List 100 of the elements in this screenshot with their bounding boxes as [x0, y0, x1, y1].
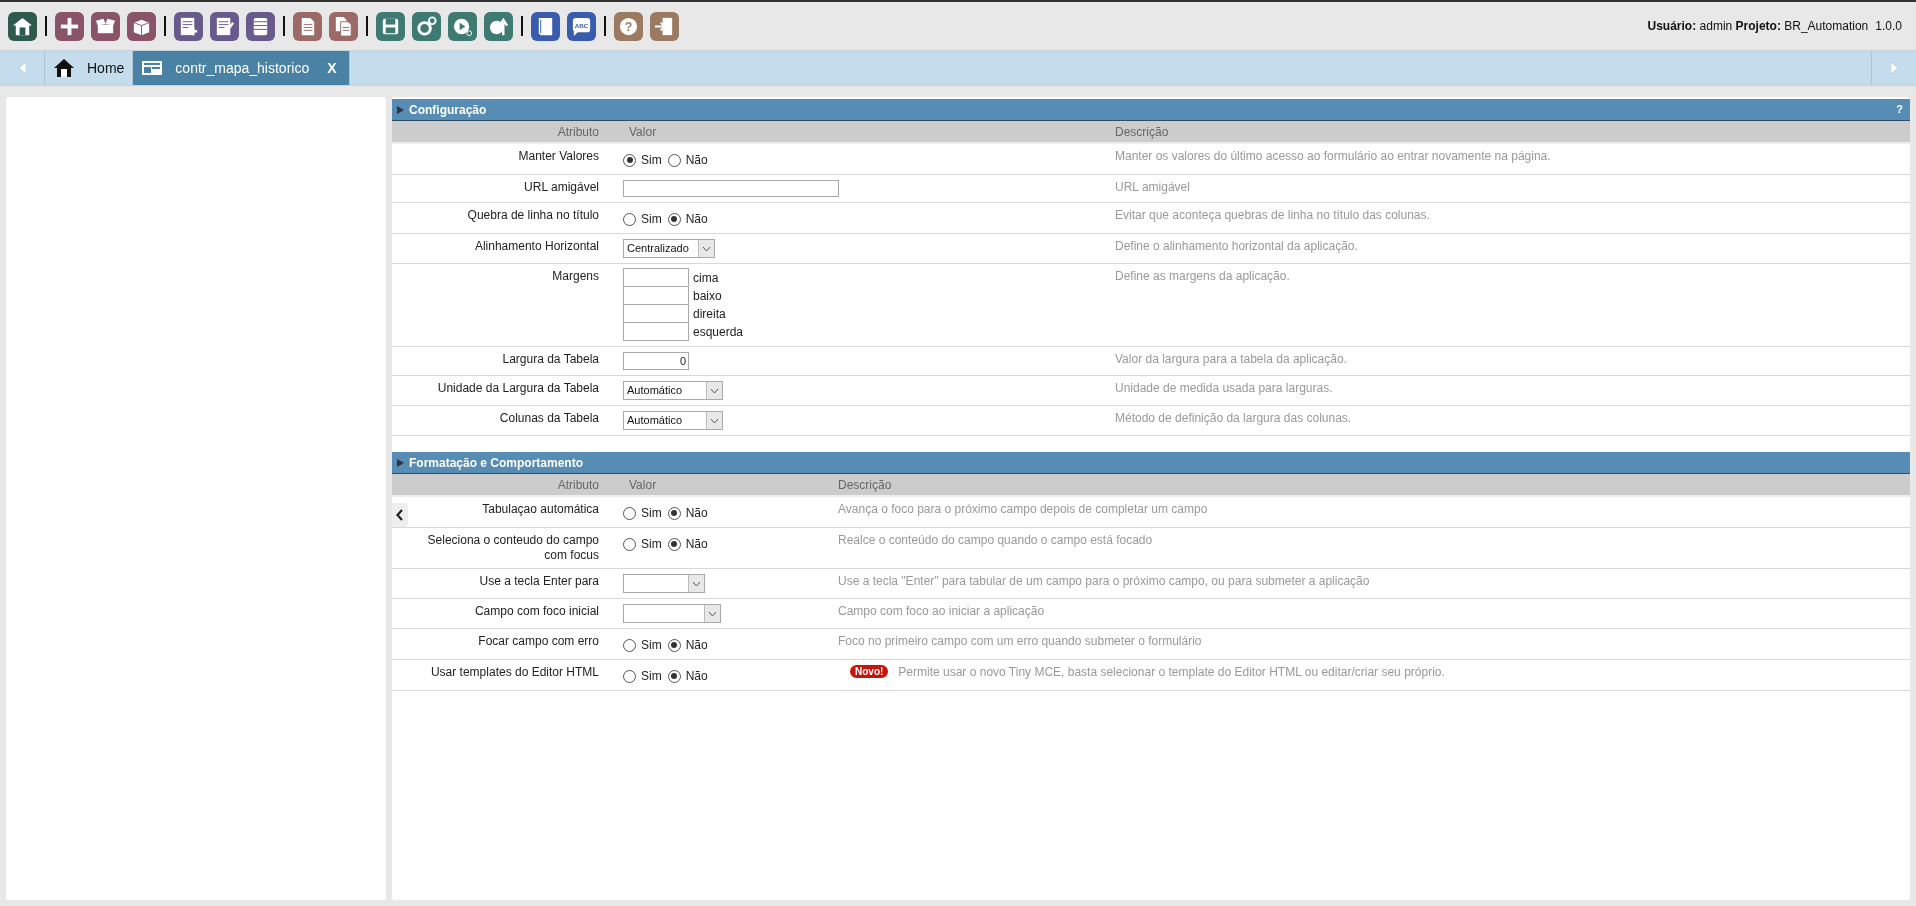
radio-button[interactable] [623, 153, 636, 167]
toolbar-button[interactable] [412, 11, 441, 41]
field-description: Campo com foco ao iniciar a aplicação [838, 604, 1045, 619]
field-label: Quebra de linha no título [467, 208, 599, 223]
toolbar-button[interactable] [127, 11, 156, 41]
radio-button[interactable] [667, 153, 681, 167]
radio-button[interactable] [667, 537, 681, 551]
radio-label: Não [685, 211, 708, 228]
field-label: Use a tecla Enter para [479, 574, 599, 589]
help-link[interactable]: ? [1896, 101, 1903, 118]
radio-label: Não [685, 637, 708, 654]
house-icon [53, 58, 75, 78]
field-description: Permite usar o novo Tiny MCE, basta selecionar o template do Editor HTML ou editar/criar seu próprio. [898, 665, 1445, 680]
radio-button[interactable] [667, 506, 681, 520]
number-field[interactable]: 0 [623, 352, 689, 370]
form-icon [141, 58, 164, 78]
chevron-down-icon [692, 580, 701, 587]
radio-label: Sim [641, 505, 662, 522]
field-description: Use a tecla "Enter" para tabular de um campo para o próximo campo, ou para submeter a aplicação [838, 574, 1370, 589]
radio-button[interactable] [667, 669, 681, 683]
tab-label: contr_mapa_historico [175, 58, 310, 78]
radio-button[interactable] [623, 638, 636, 652]
field-description: Evitar que aconteça quebras de linha no título das colunas. [1115, 208, 1430, 223]
new-badge: Novo! [850, 665, 889, 678]
radio-label: Não [685, 505, 708, 522]
toolbar-button[interactable] [55, 11, 84, 41]
triangle-right-icon [397, 105, 404, 114]
radio-label: Não [685, 668, 708, 685]
radio-label: Sim [641, 637, 662, 654]
left-arrow-icon [18, 62, 26, 74]
margin-label: cima [693, 270, 719, 287]
toolbar-button[interactable] [484, 11, 513, 41]
field-description: URL amigável [1115, 180, 1190, 195]
toolbar-button[interactable] [91, 11, 120, 41]
field-label: Usar templates do Editor HTML [430, 665, 599, 680]
radio-label: Sim [641, 152, 662, 169]
tab-label: Home [87, 58, 125, 78]
user-project-info: Usuário: admin Projeto: BR_Automation [1647, 18, 1869, 35]
dropdown[interactable]: Centralizado [623, 239, 715, 258]
right-arrow-icon [1890, 62, 1898, 74]
chevron-down-icon [708, 610, 717, 617]
toolbar-button[interactable] [531, 11, 560, 41]
field-description: Manter os valores do último acesso ao formulário ao entrar novamente na página. [1115, 149, 1551, 164]
field-label: Alinhamento Horizontal [474, 239, 599, 254]
toolbar-button[interactable] [8, 11, 37, 41]
toolbar-button[interactable] [376, 11, 405, 41]
margin-label: esquerda [693, 324, 744, 341]
toolbar-button[interactable] [650, 11, 679, 41]
column-header: Atributo [556, 476, 600, 494]
section-header[interactable]: Formatação e Comportamento [392, 452, 1910, 474]
field-label: Seleciona o conteudo do campo com focus [426, 533, 599, 563]
margin-label: direita [693, 306, 726, 323]
version-label: 1.0.0 [1875, 18, 1902, 35]
chevron-down-icon [710, 417, 719, 424]
radio-button[interactable] [667, 638, 681, 652]
field-description: Define as margens da aplicação. [1115, 269, 1290, 284]
section-title: Configuração [409, 101, 487, 119]
tab[interactable]: contr_mapa_historico X [133, 51, 350, 85]
field-description: Avança o foco para o próximo campo depois de completar um campo [838, 502, 1208, 517]
toolbar-button[interactable] [329, 11, 358, 41]
column-header: Descrição [1115, 123, 1170, 141]
toolbar-button[interactable] [246, 11, 275, 41]
section-header[interactable]: Configuração ? [392, 99, 1910, 121]
collapse-panel-button[interactable] [392, 503, 408, 527]
toolbar-button[interactable] [448, 11, 477, 41]
dropdown[interactable]: Automático [623, 381, 723, 400]
dropdown[interactable]: Automático [623, 411, 723, 430]
margin-field[interactable] [623, 322, 689, 341]
chevron-down-icon [702, 245, 711, 252]
chevron-left-icon [396, 509, 404, 521]
field-label: Manter Valores [518, 149, 599, 164]
field-label: Focar campo com erro [478, 634, 599, 649]
column-header: Valor [628, 476, 658, 494]
radio-button[interactable] [623, 506, 636, 520]
triangle-right-icon [397, 458, 404, 467]
field-description: Define o alinhamento horizontal da aplicação. [1115, 239, 1358, 254]
field-label: Campo com foco inicial [474, 604, 599, 619]
text-field[interactable] [623, 180, 839, 197]
chevron-down-icon [710, 387, 719, 394]
radio-button[interactable] [623, 669, 636, 683]
field-label: Largura da Tabela [502, 352, 599, 367]
radio-button[interactable] [623, 212, 636, 226]
radio-label: Sim [641, 211, 662, 228]
radio-label: Sim [641, 536, 662, 553]
margin-label: baixo [693, 288, 722, 305]
column-header: Valor [628, 123, 658, 141]
field-label: Tabulaçao automática [482, 502, 599, 517]
field-description: Unidade de medida usada para larguras. [1115, 381, 1333, 396]
toolbar-button[interactable] [293, 11, 322, 41]
radio-button[interactable] [623, 537, 636, 551]
field-label: Margens [552, 269, 599, 284]
close-tab-button[interactable]: X [327, 57, 337, 79]
section-title: Formatação e Comportamento [409, 454, 584, 472]
field-label: URL amigável [524, 180, 599, 195]
radio-label: Não [685, 536, 708, 553]
toolbar-button[interactable] [174, 11, 203, 41]
field-description: Realce o conteúdo do campo quando o campo está focado [838, 533, 1153, 548]
field-description: Valor da largura para a tabela da aplicação. [1115, 352, 1347, 367]
toolbar-button[interactable] [210, 11, 239, 41]
radio-button[interactable] [667, 212, 681, 226]
